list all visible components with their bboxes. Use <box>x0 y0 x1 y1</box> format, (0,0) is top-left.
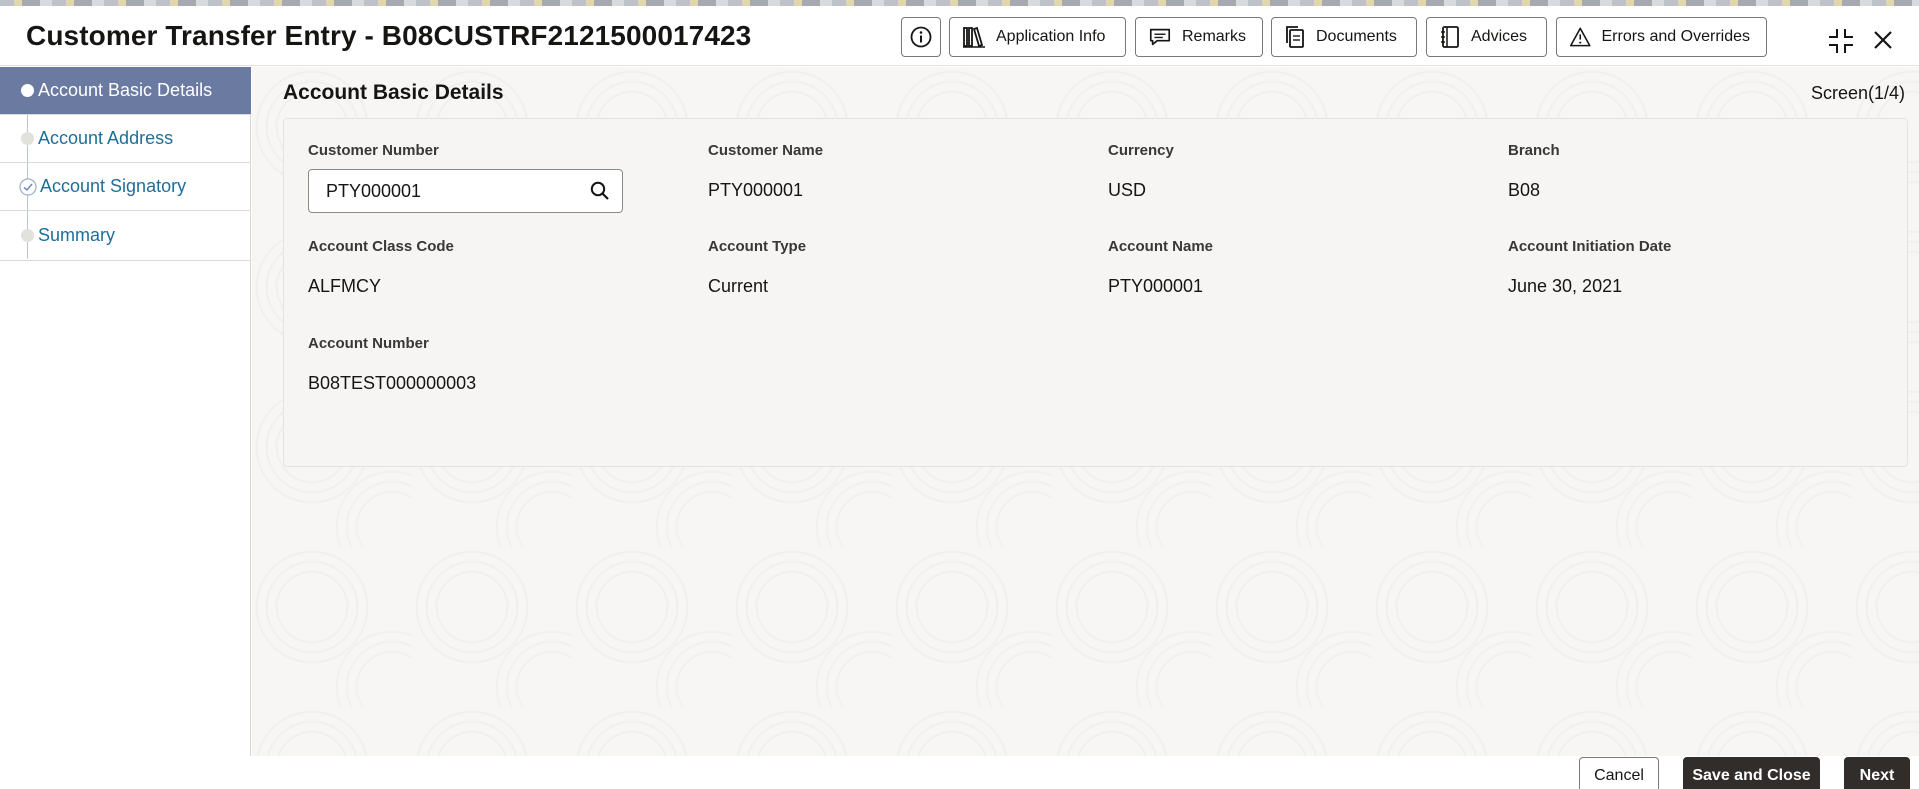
sidebar-item-label: Account Signatory <box>40 176 187 196</box>
branch-label: Branch <box>1508 142 1560 159</box>
account-name-label: Account Name <box>1108 238 1214 255</box>
account-name-value: PTY000001 <box>1108 276 1204 296</box>
account-type-value: Current <box>708 276 769 296</box>
application-info-button[interactable]: Application Info <box>949 17 1126 57</box>
customer-name-value: PTY000001 <box>708 180 804 200</box>
sidebar-item-account-signatory[interactable]: Account Signatory <box>0 163 251 211</box>
account-initiation-date-label: Account Initiation Date <box>1508 238 1672 255</box>
step-pending-icon <box>21 132 34 145</box>
next-button[interactable]: Next <box>1844 757 1910 789</box>
account-details-card: Customer Number Customer Name PTY000001 … <box>283 118 1908 467</box>
cancel-button[interactable]: Cancel <box>1579 757 1659 789</box>
remarks-label: Remarks <box>1181 28 1246 45</box>
documents-label: Documents <box>1316 28 1397 45</box>
minimize-window-icon[interactable] <box>1828 28 1854 54</box>
customer-name-label: Customer Name <box>708 142 824 159</box>
account-number-label: Account Number <box>308 335 429 352</box>
page-title: Customer Transfer Entry - B08CUSTRF21215… <box>26 20 752 51</box>
account-type-label: Account Type <box>708 238 807 255</box>
currency-label: Currency <box>1108 142 1174 159</box>
main-content: Account Basic Details Screen(1/4) Custom… <box>252 67 1919 756</box>
customer-number-label: Customer Number <box>308 142 439 159</box>
sidebar-item-summary[interactable]: Summary <box>0 211 251 261</box>
library-icon <box>963 26 985 48</box>
customer-number-input[interactable] <box>309 170 579 212</box>
account-class-code-label: Account Class Code <box>308 238 454 255</box>
step-pending-icon <box>21 229 34 242</box>
documents-icon <box>1286 26 1304 48</box>
info-button[interactable] <box>901 17 941 57</box>
account-number-value: B08TEST000000003 <box>308 373 477 393</box>
remarks-button[interactable]: Remarks <box>1135 17 1263 57</box>
warning-icon <box>1569 27 1591 47</box>
save-and-close-button[interactable]: Save and Close <box>1683 757 1820 789</box>
application-info-label: Application Info <box>996 28 1106 45</box>
info-icon <box>910 26 932 48</box>
customer-number-input-box <box>308 169 623 213</box>
account-initiation-date-value: June 30, 2021 <box>1508 276 1623 296</box>
currency-value: USD <box>1108 180 1147 200</box>
step-current-icon <box>21 84 34 97</box>
step-completed-check-icon <box>19 177 37 196</box>
sidebar-item-label: Account Address <box>38 128 174 148</box>
sidebar-item-label: Account Basic Details <box>38 80 213 100</box>
sidebar-navigation: Account Basic Details Account Address Ac… <box>0 67 251 756</box>
account-class-code-value: ALFMCY <box>308 276 382 296</box>
sidebar-item-account-address[interactable]: Account Address <box>0 115 251 163</box>
advices-button[interactable]: Advices <box>1426 17 1547 57</box>
section-title: Account Basic Details <box>283 81 504 104</box>
notebook-icon <box>1441 26 1459 48</box>
close-icon[interactable] <box>1872 29 1894 51</box>
sidebar-item-account-basic-details[interactable]: Account Basic Details <box>0 67 251 115</box>
screen-indicator: Screen(1/4) <box>1810 83 1905 103</box>
advices-label: Advices <box>1471 28 1528 45</box>
sidebar-item-label: Summary <box>38 225 116 245</box>
page-header: Customer Transfer Entry - B08CUSTRF21215… <box>0 6 1919 66</box>
documents-button[interactable]: Documents <box>1271 17 1417 57</box>
errors-overrides-button[interactable]: Errors and Overrides <box>1556 17 1767 57</box>
branch-value: B08 <box>1508 180 1541 200</box>
comment-icon <box>1149 28 1171 46</box>
search-icon[interactable] <box>590 181 610 201</box>
errors-overrides-label: Errors and Overrides <box>1601 28 1751 45</box>
